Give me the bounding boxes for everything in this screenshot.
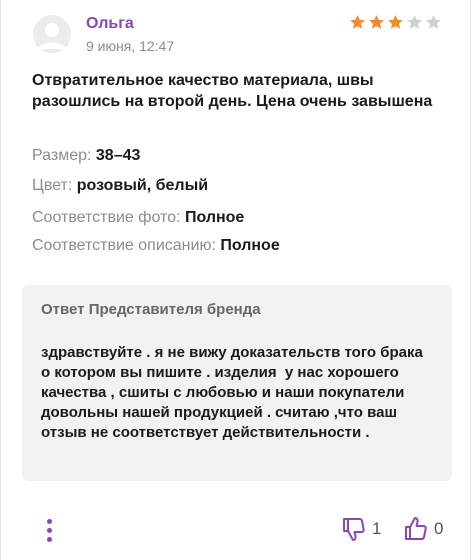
vertical-dots-icon-dot — [46, 527, 52, 533]
attribute-value: розовый, белый — [76, 177, 209, 194]
dislike-count: 1 — [372, 519, 382, 538]
vertical-dots-icon-dot — [46, 536, 52, 542]
attribute-label: Цвет: — [32, 177, 73, 194]
brand-reply: Ответ Представителя бренда здравствуйте … — [22, 285, 452, 481]
dislike-button[interactable]: 1 — [342, 516, 381, 542]
review-date: 9 июня, 12:47 — [86, 38, 175, 54]
attribute-color: Цвет: розовый, белый — [32, 176, 208, 196]
star-empty-icon — [425, 14, 442, 31]
thumbs-up-icon — [405, 517, 427, 540]
more-menu-button[interactable] — [39, 516, 59, 544]
attribute-label: Соответствие описанию: — [32, 237, 216, 254]
brand-reply-text: здравствуйте . я не вижу доказательств т… — [41, 344, 428, 441]
star-filled-icon — [368, 14, 385, 31]
star-filled-icon — [387, 14, 404, 31]
star-filled-icon — [349, 14, 366, 31]
like-button[interactable]: 0 — [404, 516, 443, 542]
attribute-label: Размер: — [32, 147, 92, 164]
author-name: Ольга — [86, 15, 134, 32]
attribute-size: Размер: 38–43 — [32, 146, 140, 166]
attribute-value: Полное — [184, 209, 245, 226]
review-text: Отвратительное качество материала, швы р… — [32, 72, 433, 110]
attribute-value: 38–43 — [95, 147, 141, 164]
user-avatar-placeholder-icon — [33, 15, 71, 53]
attribute-value: Полное — [220, 237, 280, 254]
rating-stars — [349, 14, 442, 31]
attribute-description-match: Соответствие описанию: Полное — [32, 236, 280, 256]
attribute-label: Соответствие фото: — [32, 209, 181, 226]
vertical-dots-icon — [46, 518, 52, 524]
review-card: Ольга 9 июня, 12:47 Отвратительное качес… — [0, 0, 471, 560]
thumbs-down-icon — [343, 518, 365, 541]
brand-reply-title: Ответ Представителя бренда — [41, 301, 261, 318]
star-empty-icon — [406, 14, 423, 31]
attribute-photo-match: Соответствие фото: Полное — [32, 208, 244, 228]
avatar — [33, 15, 71, 53]
like-count: 0 — [434, 519, 444, 538]
